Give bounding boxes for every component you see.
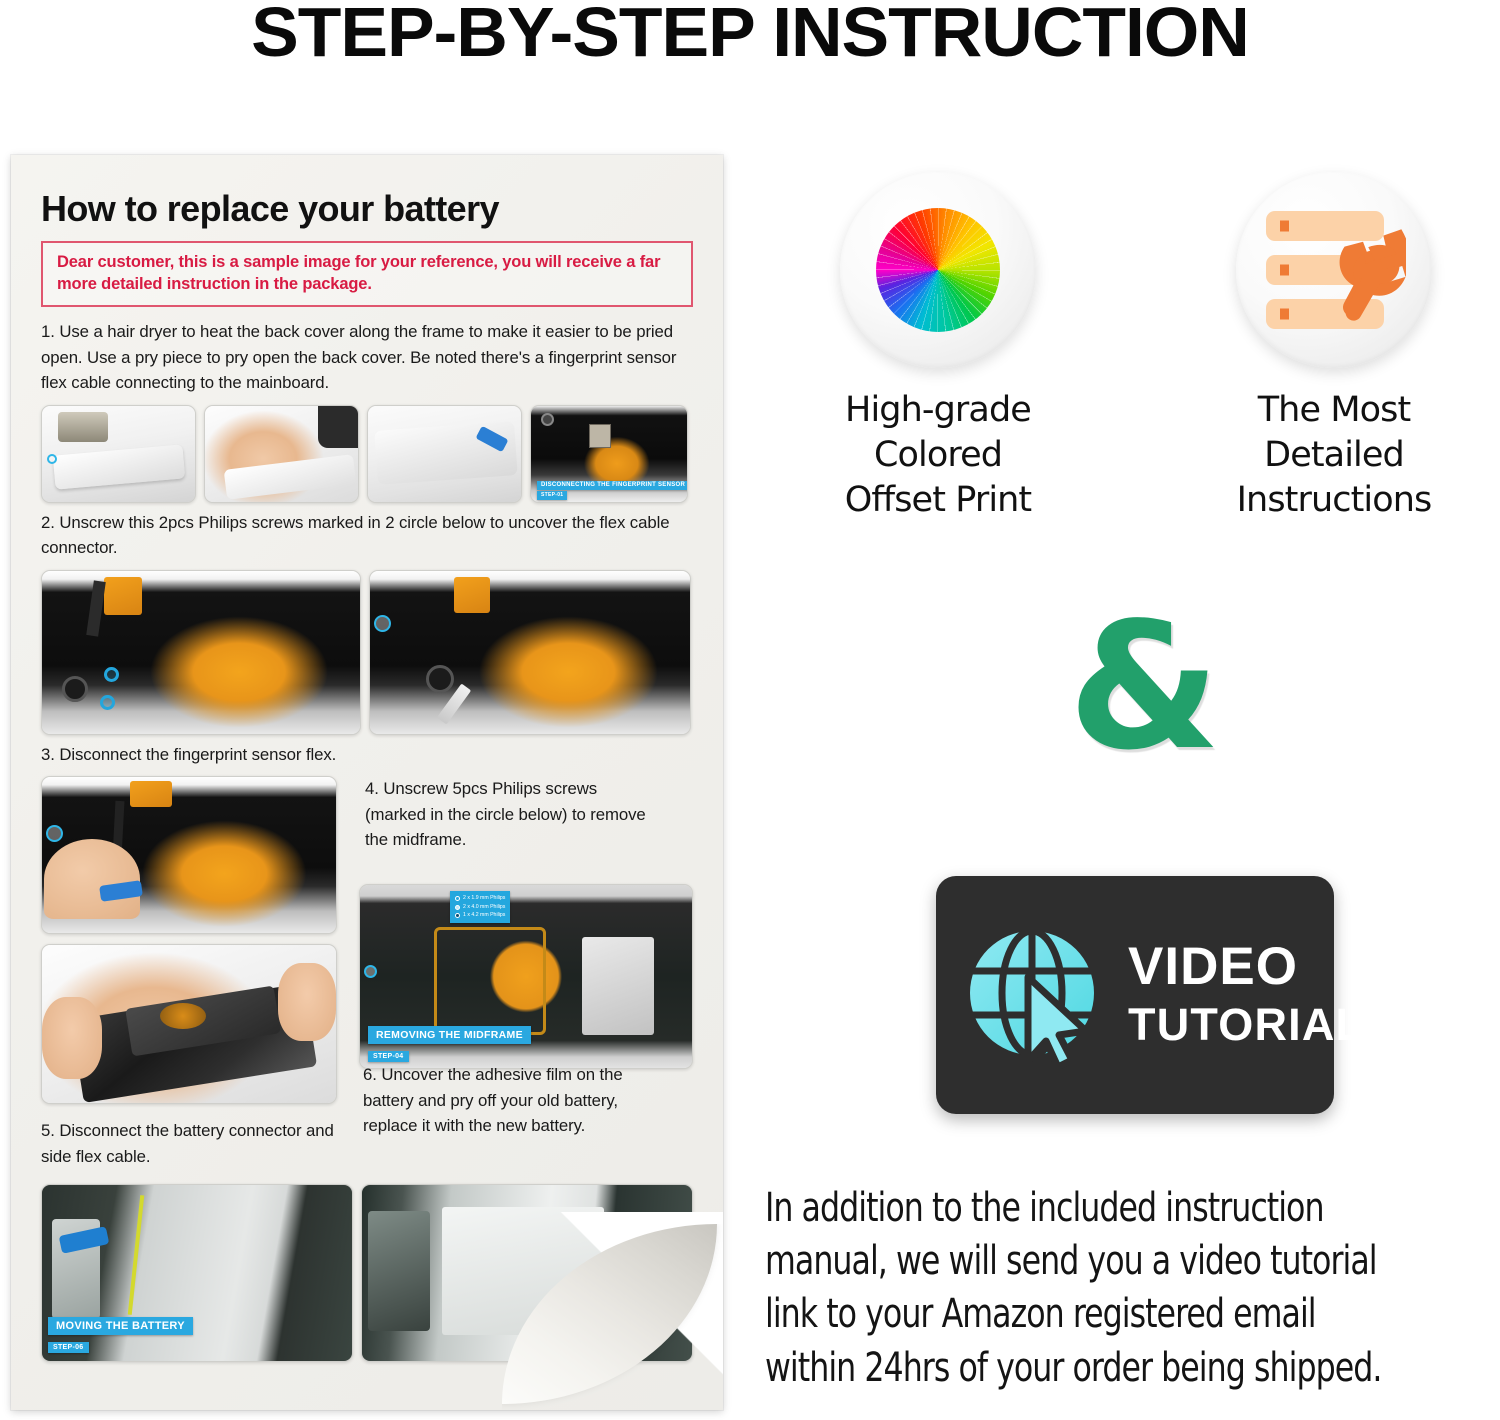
photo-image: [370, 570, 690, 734]
bottom-note-line-4: within 24hrs of your order being shipped…: [765, 1344, 1382, 1391]
color-wheel-badge: [840, 172, 1036, 368]
photo-tag-battery-step: STEP-06: [48, 1342, 89, 1354]
camera-module: [426, 664, 454, 693]
globe-cursor-icon: [970, 927, 1094, 1069]
step-2-photo-row: [41, 569, 693, 735]
camera-module: [62, 675, 88, 702]
photo-battery-connector: MOVING THE BATTERY STEP-06: [41, 1184, 353, 1363]
bar-mark-2: [1280, 264, 1289, 276]
step-6-text: 6. Uncover the adhesive film on the batt…: [363, 1065, 623, 1136]
wrench-manual-icon: [1266, 211, 1406, 329]
feature-color-print: High-grade Colored Offset Print: [822, 172, 1054, 522]
bar-mark-1: [1280, 220, 1289, 232]
photo-screws-marked: [41, 569, 361, 735]
camera-lens: [541, 412, 554, 426]
hand-left: [42, 997, 102, 1080]
photo-pry-tool: [367, 404, 522, 503]
hairdryer-nozzle: [58, 411, 108, 442]
wrench-icon: [1339, 229, 1406, 321]
sheet-title: How to replace your battery: [41, 188, 500, 229]
step-3-text: 3. Disconnect the fingerprint sensor fle…: [41, 744, 337, 764]
screw-marker-2: [100, 694, 115, 710]
shield-plate: [582, 937, 654, 1036]
video-label-line1: VIDEO: [1128, 937, 1298, 997]
phone-body: [374, 420, 518, 485]
photo-tag-midframe-step: STEP-04: [368, 1051, 409, 1063]
legend-dot-1: [455, 896, 460, 902]
photo-hairdryer: [41, 404, 196, 503]
feature-detailed-instructions-label: The Most Detailed Instructions: [1218, 388, 1450, 522]
fingerprint-sensor: [589, 423, 611, 448]
flex-cable: [104, 576, 142, 615]
feature-detailed-instructions: The Most Detailed Instructions: [1218, 172, 1450, 522]
photo-tag-fingerprint: DISCONNECTING THE FINGERPRINT SENSOR: [537, 480, 687, 490]
bottom-note-line-2: manual, we will send you a video tutoria…: [765, 1238, 1378, 1285]
bottom-note-line-3: link to your Amazon registered email: [765, 1291, 1317, 1338]
ampersand-separator: &: [1068, 586, 1221, 789]
flex-cable: [130, 781, 172, 808]
photo-tag-fingerprint-step: STEP-01: [537, 490, 568, 500]
feature-line-1: High-grade: [845, 390, 1032, 430]
photo-screwdriver-action: [369, 569, 691, 735]
step-marker-2: [374, 614, 391, 632]
photo-fingerprint-flex: DISCONNECTING THE FINGERPRINT SENSOR STE…: [530, 404, 688, 503]
step-1-text: 1. Use a hair dryer to heat the back cov…: [41, 322, 677, 393]
step-5-text: 5. Disconnect the battery connector and …: [41, 1121, 334, 1166]
step-1-photo-row: DISCONNECTING THE FINGERPRINT SENSOR STE…: [41, 404, 693, 503]
mainboard: [368, 1211, 430, 1332]
color-wheel-icon: [876, 208, 1000, 332]
photo-tag-midframe: REMOVING THE MIDFRAME: [368, 1026, 531, 1045]
legend-label-3: 1 x 4.2 mm Philips: [463, 912, 506, 919]
sample-image-notice: Dear customer, this is a sample image fo…: [41, 240, 693, 308]
legend-label-2: 2 x 4.0 mm Philips: [463, 903, 506, 910]
component-outline: [434, 927, 546, 1036]
step-marker-1: [47, 453, 57, 464]
video-tutorial-text: VIDEO TUTORIAL: [1128, 939, 1364, 1050]
feature-line-1: The Most: [1257, 390, 1411, 430]
bar-mark-3: [1280, 308, 1289, 320]
step-2-text: 2. Unscrew this 2pcs Philips screws mark…: [41, 512, 670, 558]
legend-label-1: 2 x 1.9 mm Philips: [463, 895, 506, 902]
feature-line-2: Detailed: [1264, 434, 1405, 475]
infographic-page: STEP-BY-STEP INSTRUCTION How to replace …: [0, 0, 1500, 1420]
hand: [44, 839, 140, 920]
legend-row-3: 1 x 4.2 mm Philips: [455, 911, 505, 920]
video-label-line2: TUTORIAL: [1128, 999, 1365, 1051]
bottom-note-line-1: In addition to the included instruction: [765, 1185, 1325, 1231]
legend-dot-2: [455, 904, 460, 910]
legend-dot-3: [455, 913, 460, 919]
photo-midframe-removed: 2 x 1.9 mm Philips 2 x 4.0 mm Philips 1 …: [359, 884, 693, 1070]
bottom-note: In addition to the included instruction …: [765, 1182, 1412, 1395]
photo-pry-hands: [204, 404, 359, 503]
notice-text: Dear customer, this is a sample image fo…: [57, 252, 661, 294]
flex-cable: [454, 576, 490, 613]
step-4-text: 4. Unscrew 5pcs Philips screws (marked i…: [365, 779, 646, 850]
photo-tag-battery: MOVING THE BATTERY: [48, 1317, 193, 1336]
feature-line-3: Instructions: [1236, 479, 1433, 520]
photo-lift-midframe: [41, 944, 337, 1105]
feature-line-2: Colored: [873, 434, 1003, 475]
page-title: STEP-BY-STEP INSTRUCTION: [251, 0, 1250, 71]
video-tutorial-card[interactable]: VIDEO TUTORIAL: [936, 876, 1363, 1114]
feature-line-3: Offset Print: [844, 479, 1032, 520]
legend-row-1: 2 x 1.9 mm Philips: [455, 894, 505, 903]
screw-size-legend: 2 x 1.9 mm Philips 2 x 4.0 mm Philips 1 …: [450, 891, 511, 924]
feature-color-print-label: High-grade Colored Offset Print: [822, 388, 1054, 522]
photo-disconnect-fingerprint: [41, 776, 337, 935]
phone-corner-dark: [318, 405, 358, 448]
photo-image: [42, 570, 360, 734]
screw-marker-1: [104, 666, 119, 682]
instruction-sheet: How to replace your battery Dear custome…: [11, 155, 723, 1410]
legend-row-2: 2 x 4.0 mm Philips: [455, 903, 505, 912]
wrench-manual-badge: [1236, 172, 1432, 368]
hand-right: [278, 963, 336, 1042]
